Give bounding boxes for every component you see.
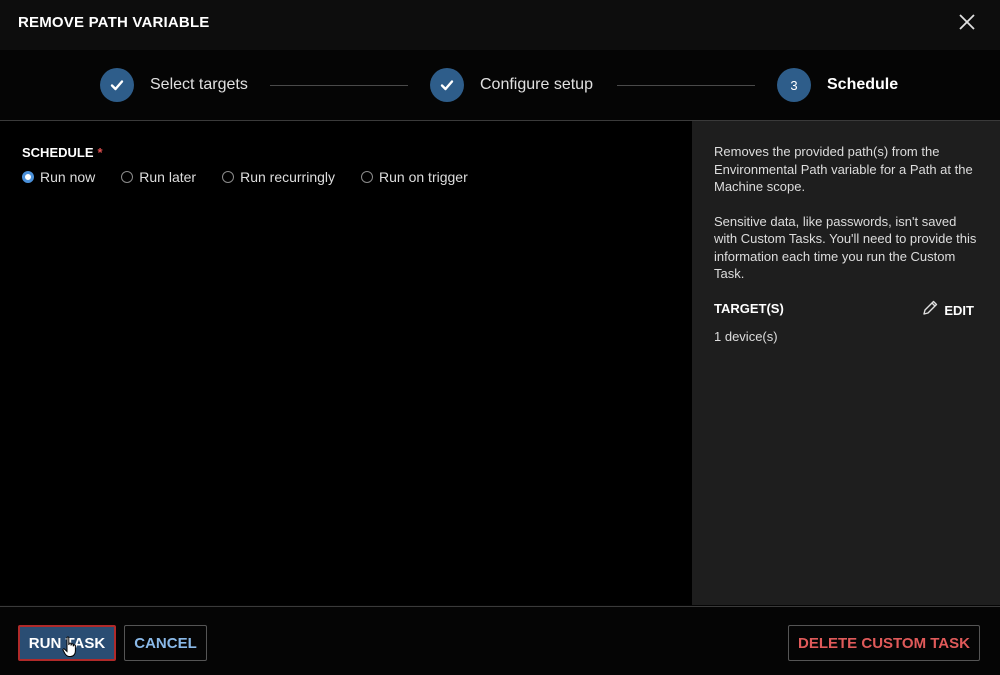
radio-label: Run recurringly: [240, 169, 336, 185]
targets-header: TARGET(S) EDIT: [714, 299, 974, 319]
targets-title: TARGET(S): [714, 301, 784, 316]
sensitive-data-note: Sensitive data, like passwords, isn't sa…: [714, 213, 977, 282]
radio-label: Run now: [40, 169, 96, 185]
task-info-panel: Removes the provided path(s) from the En…: [692, 121, 1000, 605]
step-configure-setup[interactable]: Configure setup: [430, 68, 593, 102]
schedule-radio-group: Run now Run later Run recurringly Run on…: [22, 169, 494, 185]
step-label: Configure setup: [480, 76, 593, 93]
radio-run-on-trigger[interactable]: Run on trigger: [361, 169, 468, 185]
schedule-panel: SCHEDULE * Run now Run later Run recurrin…: [0, 121, 692, 605]
edit-targets-button[interactable]: EDIT: [921, 299, 974, 322]
radio-label: Run on trigger: [379, 169, 468, 185]
check-icon: [100, 68, 134, 102]
task-description: Removes the provided path(s) from the En…: [714, 143, 982, 300]
step-connector: [270, 85, 408, 86]
radio-run-now[interactable]: Run now: [22, 169, 95, 185]
stepper: Select targets Configure setup 3 Schedul…: [0, 50, 1000, 121]
step-connector: [617, 85, 755, 86]
edit-label: EDIT: [944, 303, 974, 318]
radio-button[interactable]: [121, 171, 134, 183]
step-select-targets[interactable]: Select targets: [100, 68, 248, 102]
radio-run-later[interactable]: Run later: [121, 169, 196, 185]
hand-cursor-icon: [62, 636, 78, 658]
dialog-header: REMOVE PATH VARIABLE: [0, 0, 1000, 50]
schedule-label: SCHEDULE *: [22, 145, 103, 160]
step-label: Select targets: [150, 76, 248, 93]
cancel-button[interactable]: CANCEL: [124, 625, 207, 661]
required-mark: *: [97, 145, 103, 160]
dialog-title: REMOVE PATH VARIABLE: [18, 14, 210, 31]
description-text: Removes the provided path(s) from the En…: [714, 144, 973, 194]
pencil-icon: [921, 299, 939, 322]
step-number: 3: [777, 68, 811, 102]
radio-button[interactable]: [222, 171, 235, 183]
step-label: Schedule: [827, 76, 899, 93]
dialog-footer: RUN TASK CANCEL DELETE CUSTOM TASK: [0, 606, 1000, 675]
step-schedule[interactable]: 3 Schedule: [777, 68, 898, 102]
close-icon[interactable]: [954, 9, 980, 35]
targets-count: 1 device(s): [714, 329, 778, 344]
check-icon: [430, 68, 464, 102]
radio-button[interactable]: [361, 171, 374, 183]
radio-button[interactable]: [22, 171, 34, 183]
delete-custom-task-button[interactable]: DELETE CUSTOM TASK: [788, 625, 980, 661]
radio-run-recurringly[interactable]: Run recurringly: [222, 169, 335, 185]
remove-path-variable-dialog: REMOVE PATH VARIABLE Select targets Conf…: [0, 0, 1000, 675]
radio-label: Run later: [139, 169, 197, 185]
